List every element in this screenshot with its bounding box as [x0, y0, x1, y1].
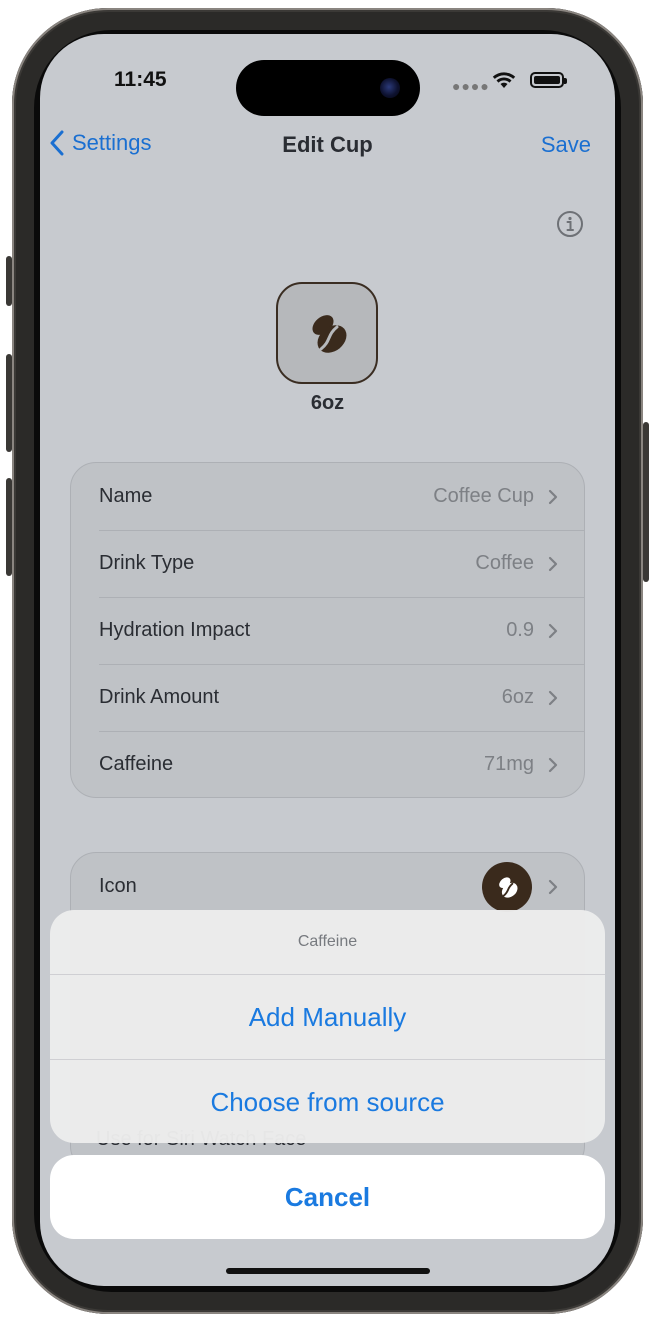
- details-list: Name Coffee Cup Drink Type Coffee Hydrat…: [70, 462, 585, 798]
- row-value: 6oz: [501, 686, 534, 708]
- row-caffeine[interactable]: Caffeine 71mg: [71, 731, 584, 797]
- row-label: Name: [99, 485, 153, 507]
- chevron-right-icon: [548, 757, 558, 772]
- add-manually-button[interactable]: Add Manually: [50, 974, 605, 1059]
- cancel-button[interactable]: Cancel: [50, 1155, 605, 1239]
- chevron-right-icon: [548, 879, 558, 894]
- signal-dots-icon: ●●●●: [452, 78, 490, 94]
- save-button[interactable]: Save: [541, 132, 591, 158]
- coffee-bean-icon: [312, 315, 347, 353]
- chevron-right-icon: [548, 556, 558, 571]
- row-value: 71mg: [483, 753, 534, 775]
- cup-icon-button[interactable]: [276, 282, 378, 384]
- cup-size-label: 6oz: [310, 392, 345, 414]
- row-label: Drink Amount: [99, 686, 220, 708]
- row-label: Icon: [99, 875, 137, 897]
- chevron-right-icon: [548, 623, 558, 638]
- status-bar: 11:45 ●●●●: [40, 60, 615, 116]
- page-title: Edit Cup: [282, 132, 373, 157]
- row-label: Caffeine: [99, 753, 174, 775]
- action-sheet: Caffeine Add Manually Choose from source: [50, 910, 605, 1143]
- action-sheet-title: Caffeine: [297, 933, 358, 950]
- choose-from-source-button[interactable]: Choose from source: [50, 1059, 605, 1143]
- row-drink-type[interactable]: Drink Type Coffee: [71, 530, 584, 597]
- coffee-bean-icon: [499, 876, 518, 898]
- info-icon[interactable]: [556, 210, 584, 238]
- wifi-icon: [492, 72, 516, 88]
- row-name[interactable]: Name Coffee Cup: [71, 463, 584, 530]
- row-hydration-impact[interactable]: Hydration Impact 0.9: [71, 597, 584, 664]
- camera-icon: [380, 78, 400, 98]
- volume-up-button: [6, 354, 12, 452]
- status-time: 11:45: [114, 68, 167, 91]
- home-indicator[interactable]: [226, 1268, 430, 1274]
- row-value: 0.9: [506, 619, 534, 641]
- battery-icon: [530, 72, 567, 88]
- action-button: [6, 256, 12, 306]
- screen: 11:45 ●●●● Settings Edit Cup Save 6oz Na…: [40, 34, 615, 1286]
- row-label: Hydration Impact: [99, 619, 251, 641]
- volume-down-button: [6, 478, 12, 576]
- navigation-bar: Settings Edit Cup Save: [40, 128, 615, 168]
- power-button: [643, 422, 649, 582]
- row-drink-amount[interactable]: Drink Amount 6oz: [71, 664, 584, 731]
- selected-icon-badge: [482, 861, 532, 912]
- row-value: Coffee: [475, 552, 534, 574]
- chevron-right-icon: [548, 489, 558, 504]
- dynamic-island: [236, 60, 420, 116]
- row-label: Drink Type: [99, 552, 195, 574]
- row-value: Coffee Cup: [433, 485, 534, 507]
- chevron-right-icon: [548, 690, 558, 705]
